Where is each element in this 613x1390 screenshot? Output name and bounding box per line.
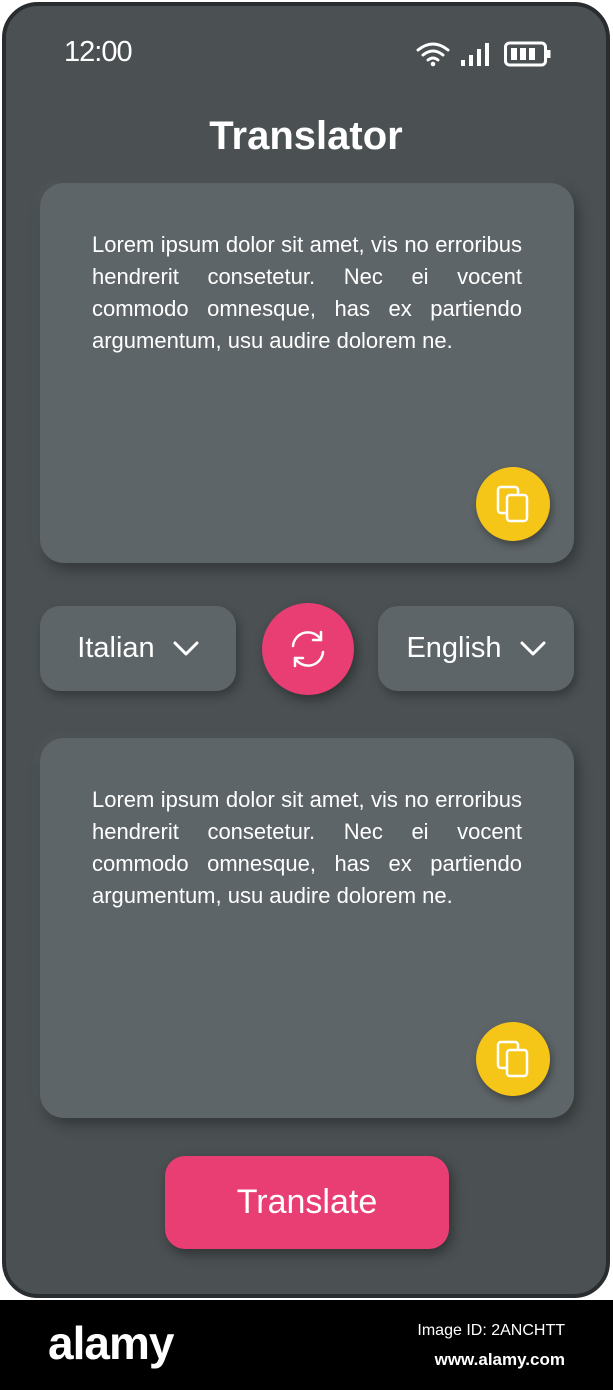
target-text-card: Lorem ipsum dolor sit amet, vis no error… [40,738,574,1118]
swap-icon [291,630,325,668]
status-icons [416,41,552,67]
target-language-select[interactable]: English [378,606,574,691]
footer-url: www.alamy.com [434,1350,565,1369]
chevron-down-icon [520,641,546,655]
copy-translation-button[interactable] [476,1022,550,1096]
source-text-card[interactable]: Lorem ipsum dolor sit amet, vis no error… [40,183,574,563]
wifi-icon [416,42,450,67]
target-language-label: English [406,632,502,664]
copy-icon [496,485,529,523]
source-language-label: Italian [77,632,155,664]
copy-source-button[interactable] [476,467,550,541]
battery-icon [504,41,551,67]
page-title: Translator [209,114,403,158]
alamy-logo: alamy [48,1317,174,1369]
copy-icon [496,1040,529,1078]
image-id: Image ID: 2ANCHTT [417,1322,565,1339]
signal-icon [461,43,489,66]
translated-text: Lorem ipsum dolor sit amet, vis no error… [92,787,522,908]
status-time: 12:00 [64,36,133,68]
source-text[interactable]: Lorem ipsum dolor sit amet, vis no error… [92,229,522,357]
swap-languages-button[interactable] [262,603,354,695]
watermark-footer: alamy Image ID: 2ANCHTT www.alamy.com [0,1300,613,1390]
chevron-down-icon [173,641,199,655]
translate-button[interactable]: Translate [165,1156,449,1249]
source-language-select[interactable]: Italian [40,606,236,691]
